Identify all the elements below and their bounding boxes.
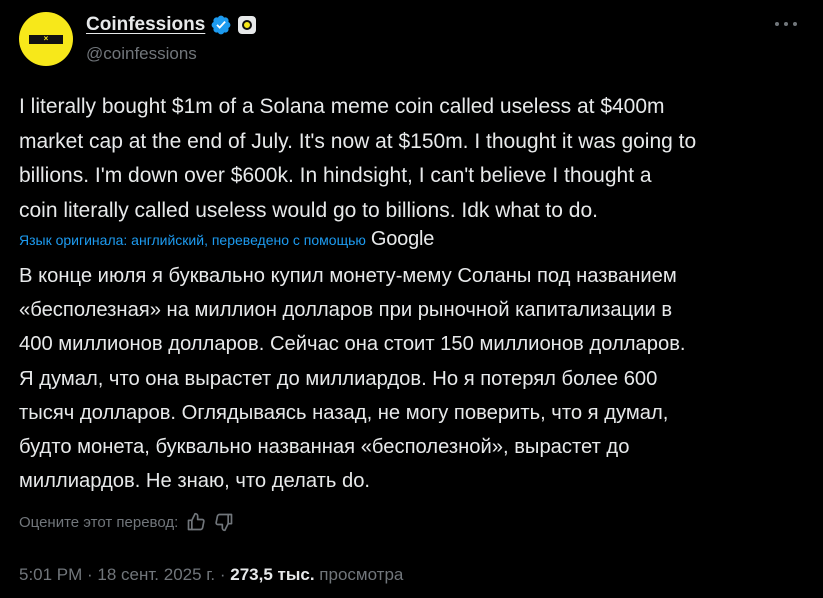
avatar[interactable]: × <box>19 12 73 66</box>
handle[interactable]: @coinfessions <box>86 44 197 64</box>
affiliate-badge-icon[interactable] <box>238 16 257 34</box>
more-dot <box>775 22 779 26</box>
display-name[interactable]: Coinfessions <box>86 14 205 36</box>
views-label: просмотра <box>319 565 404 584</box>
views-count: 273,5 тыс. <box>230 565 315 584</box>
meta-separator: · <box>82 565 98 584</box>
translation-label[interactable]: Язык оригинала: английский, переведено с… <box>19 232 366 248</box>
more-options-icon[interactable] <box>775 20 797 28</box>
google-logo: Google <box>370 228 435 250</box>
tweet-time[interactable]: 5:01 PM <box>19 565 82 585</box>
translation-attribution: Язык оригинала: английский, переведено с… <box>19 228 434 251</box>
rate-translation: Оцените этот перевод: <box>19 512 234 532</box>
thumbs-up-icon[interactable] <box>186 512 206 532</box>
avatar-mark: × <box>43 34 49 43</box>
verified-badge-icon[interactable] <box>210 14 232 36</box>
thumbs-down-icon[interactable] <box>214 512 234 532</box>
meta-separator: · <box>215 565 231 584</box>
translated-text: В конце июля я буквально купил монету-ме… <box>19 265 686 493</box>
tweet-text: I literally bought $1m of a Solana meme … <box>19 95 697 222</box>
tweet-meta: 5:01 PM · 18 сент. 2025 г. · 273,5 тыс. … <box>19 565 403 585</box>
tweet-date[interactable]: 18 сент. 2025 г. <box>97 565 215 585</box>
avatar-logo: × <box>29 34 63 44</box>
affiliate-badge-dot <box>242 20 253 30</box>
more-dot <box>784 22 788 26</box>
more-dot <box>793 22 797 26</box>
name-row: Coinfessions <box>86 14 257 36</box>
rate-label: Оцените этот перевод: <box>19 513 179 531</box>
